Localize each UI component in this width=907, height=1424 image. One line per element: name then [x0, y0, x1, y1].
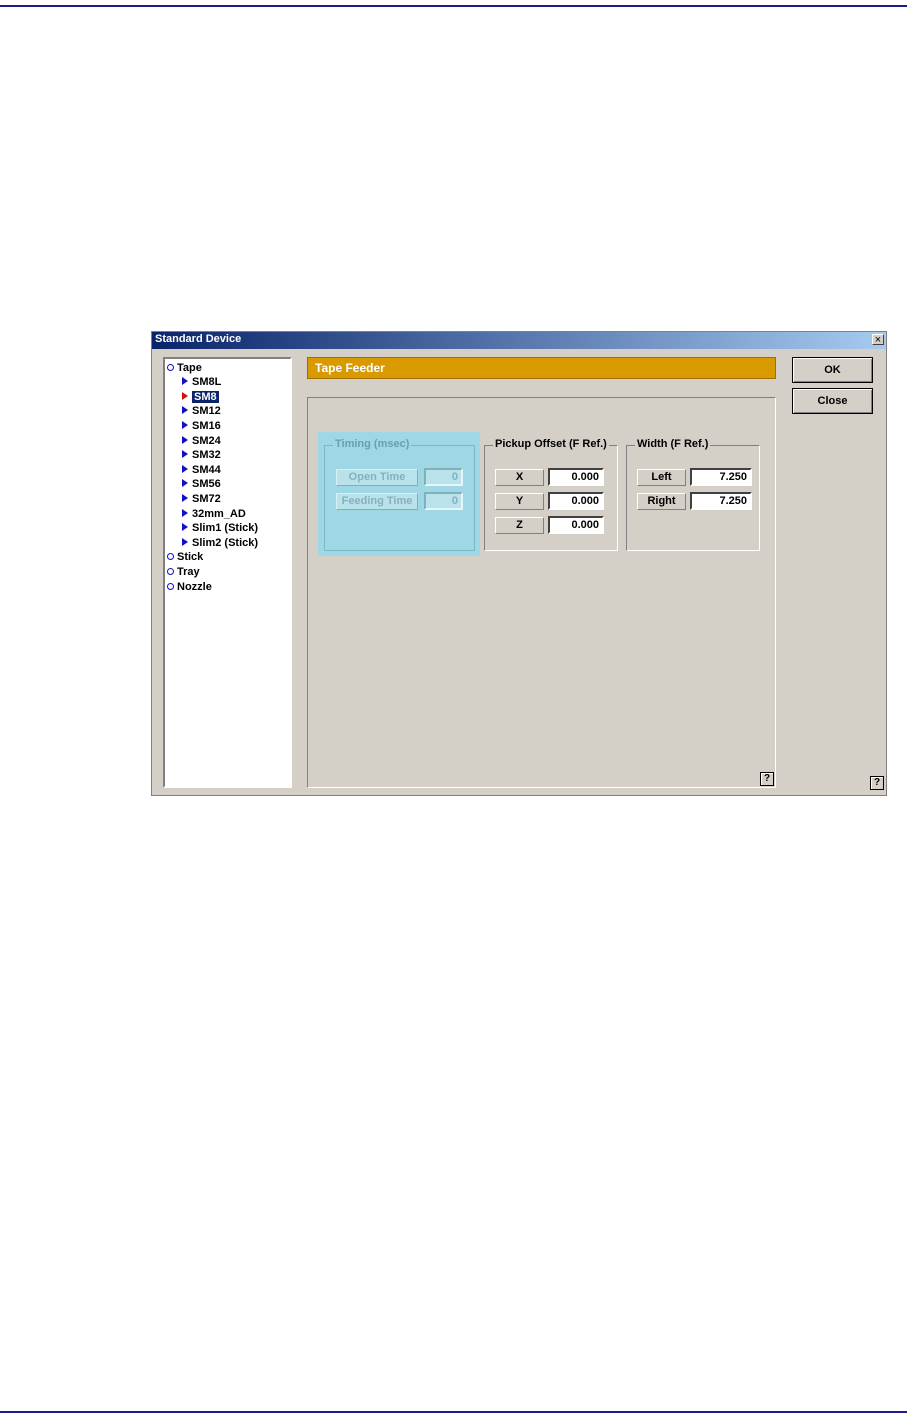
tree-item-sm8[interactable]: SM8: [182, 390, 219, 404]
tree-item-sm32[interactable]: SM32: [182, 448, 221, 462]
tree-item-sm12[interactable]: SM12: [182, 404, 221, 418]
tree-item-tape[interactable]: Tape: [167, 361, 202, 375]
feeding-time-input[interactable]: 0: [424, 492, 463, 510]
tree-item-sm56[interactable]: SM56: [182, 477, 221, 491]
width-group-title: Width (F Ref.): [635, 438, 711, 450]
tree-arrow-icon: [182, 494, 188, 503]
feeding-time-label: Feeding Time: [336, 493, 418, 510]
width-right-label: Right: [637, 493, 686, 510]
timing-group-title: Timing (msec): [333, 438, 412, 450]
close-icon[interactable]: ×: [872, 334, 884, 346]
tree-item-stick[interactable]: Stick: [167, 550, 203, 564]
pickup-y-label: Y: [495, 493, 544, 510]
tree-node-icon: [167, 582, 174, 590]
tree-item-sm16[interactable]: SM16: [182, 419, 221, 433]
tree-arrow-icon: [182, 436, 188, 445]
pickup-y-input[interactable]: 0.000: [548, 492, 604, 510]
tree-arrow-icon: [182, 479, 188, 488]
tree-item-32mm-ad[interactable]: 32mm_AD: [182, 507, 246, 521]
tree-item-nozzle[interactable]: Nozzle: [167, 580, 212, 594]
tree-arrow-selected-icon: [182, 392, 188, 401]
width-left-input[interactable]: 7.250: [690, 468, 752, 486]
window-title: Standard Device: [155, 333, 242, 345]
tree-item-sm24[interactable]: SM24: [182, 434, 221, 448]
tree-arrow-icon: [182, 406, 188, 415]
tree-arrow-icon: [182, 538, 188, 547]
page-bottom-rule: [0, 1411, 907, 1413]
width-right-input[interactable]: 7.250: [690, 492, 752, 510]
pickup-z-label: Z: [495, 517, 544, 534]
tree-node-icon: [167, 552, 174, 560]
tree-item-sm72[interactable]: SM72: [182, 492, 221, 506]
open-time-input[interactable]: 0: [424, 468, 463, 486]
panel-header: Tape Feeder: [307, 357, 776, 379]
pickup-x-input[interactable]: 0.000: [548, 468, 604, 486]
tree-arrow-icon: [182, 465, 188, 474]
tree-node-icon: [167, 363, 174, 371]
tree-arrow-icon: [182, 523, 188, 532]
pickup-z-input[interactable]: 0.000: [548, 516, 604, 534]
window-help-icon[interactable]: ?: [870, 776, 884, 790]
tree-item-sm8l[interactable]: SM8L: [182, 375, 221, 389]
standard-device-window: Standard Device × Tape SM8L SM8 SM12 SM1…: [151, 331, 887, 796]
device-tree[interactable]: Tape SM8L SM8 SM12 SM16 SM24 SM32 SM44 S…: [163, 357, 292, 788]
width-left-label: Left: [637, 469, 686, 486]
ok-button[interactable]: OK: [792, 357, 873, 383]
tree-item-slim2[interactable]: Slim2 (Stick): [182, 536, 258, 550]
tree-arrow-icon: [182, 509, 188, 518]
tree-item-slim1[interactable]: Slim1 (Stick): [182, 521, 258, 535]
close-button[interactable]: Close: [792, 388, 873, 414]
tree-arrow-icon: [182, 450, 188, 459]
tree-arrow-icon: [182, 377, 188, 386]
tree-arrow-icon: [182, 421, 188, 430]
tree-node-icon: [167, 567, 174, 575]
title-bar[interactable]: Standard Device ×: [152, 332, 886, 349]
tree-item-sm44[interactable]: SM44: [182, 463, 221, 477]
open-time-label: Open Time: [336, 469, 418, 486]
pickup-x-label: X: [495, 469, 544, 486]
page-top-rule: [0, 5, 907, 7]
tree-item-tray[interactable]: Tray: [167, 565, 200, 579]
pickup-offset-title: Pickup Offset (F Ref.): [493, 438, 609, 450]
panel-help-icon[interactable]: ?: [760, 772, 774, 786]
